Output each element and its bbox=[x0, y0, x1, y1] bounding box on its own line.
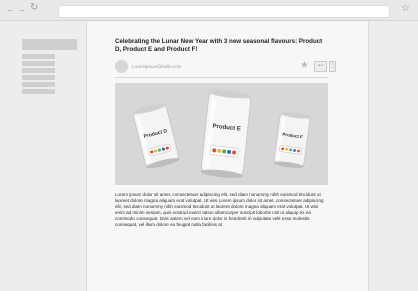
left-sidebar bbox=[0, 21, 87, 291]
sidebar-item[interactable] bbox=[22, 68, 55, 73]
more-icon: ⋮ bbox=[330, 63, 336, 69]
email-subject: Celebrating the Lunar New Year with 3 ne… bbox=[115, 38, 323, 53]
reply-button[interactable]: ↩ bbox=[314, 61, 327, 72]
sidebar-item[interactable] bbox=[22, 61, 55, 66]
forward-arrow-icon[interactable]: → bbox=[17, 3, 26, 15]
reload-icon[interactable]: ↻ bbox=[30, 2, 38, 14]
sender-email: Loremipsum@hello.com bbox=[132, 64, 182, 69]
product-f-can: Product F bbox=[273, 111, 311, 169]
email-view: Celebrating the Lunar New Year with 3 ne… bbox=[87, 21, 368, 291]
star-icon[interactable]: ★ bbox=[300, 60, 309, 72]
divider bbox=[115, 77, 329, 78]
sidebar-item[interactable] bbox=[22, 82, 55, 87]
back-arrow-icon[interactable]: ← bbox=[6, 3, 15, 15]
sidebar-item[interactable] bbox=[22, 75, 55, 80]
sidebar-item[interactable] bbox=[22, 54, 55, 59]
more-button[interactable]: ⋮ bbox=[329, 61, 336, 72]
sidebar-header-block bbox=[22, 39, 77, 50]
browser-toolbar: ← → ↻ ☆ bbox=[0, 0, 418, 21]
sidebar-item[interactable] bbox=[22, 89, 55, 94]
hero-image: Product D Product E Product F bbox=[115, 83, 328, 185]
product-e-can: Product E bbox=[200, 90, 252, 178]
product-d-can: Product D bbox=[132, 103, 180, 169]
email-body: Lorem ipsum dolor sit amet, consectetuer… bbox=[115, 192, 324, 227]
address-bar[interactable] bbox=[58, 5, 390, 18]
star-icon[interactable]: ☆ bbox=[401, 3, 410, 14]
avatar bbox=[115, 60, 128, 73]
right-sidebar bbox=[368, 21, 418, 291]
reply-icon: ↩ bbox=[317, 63, 324, 69]
sender-row: Loremipsum@hello.com ★ ↩ ⋮ bbox=[115, 60, 336, 74]
